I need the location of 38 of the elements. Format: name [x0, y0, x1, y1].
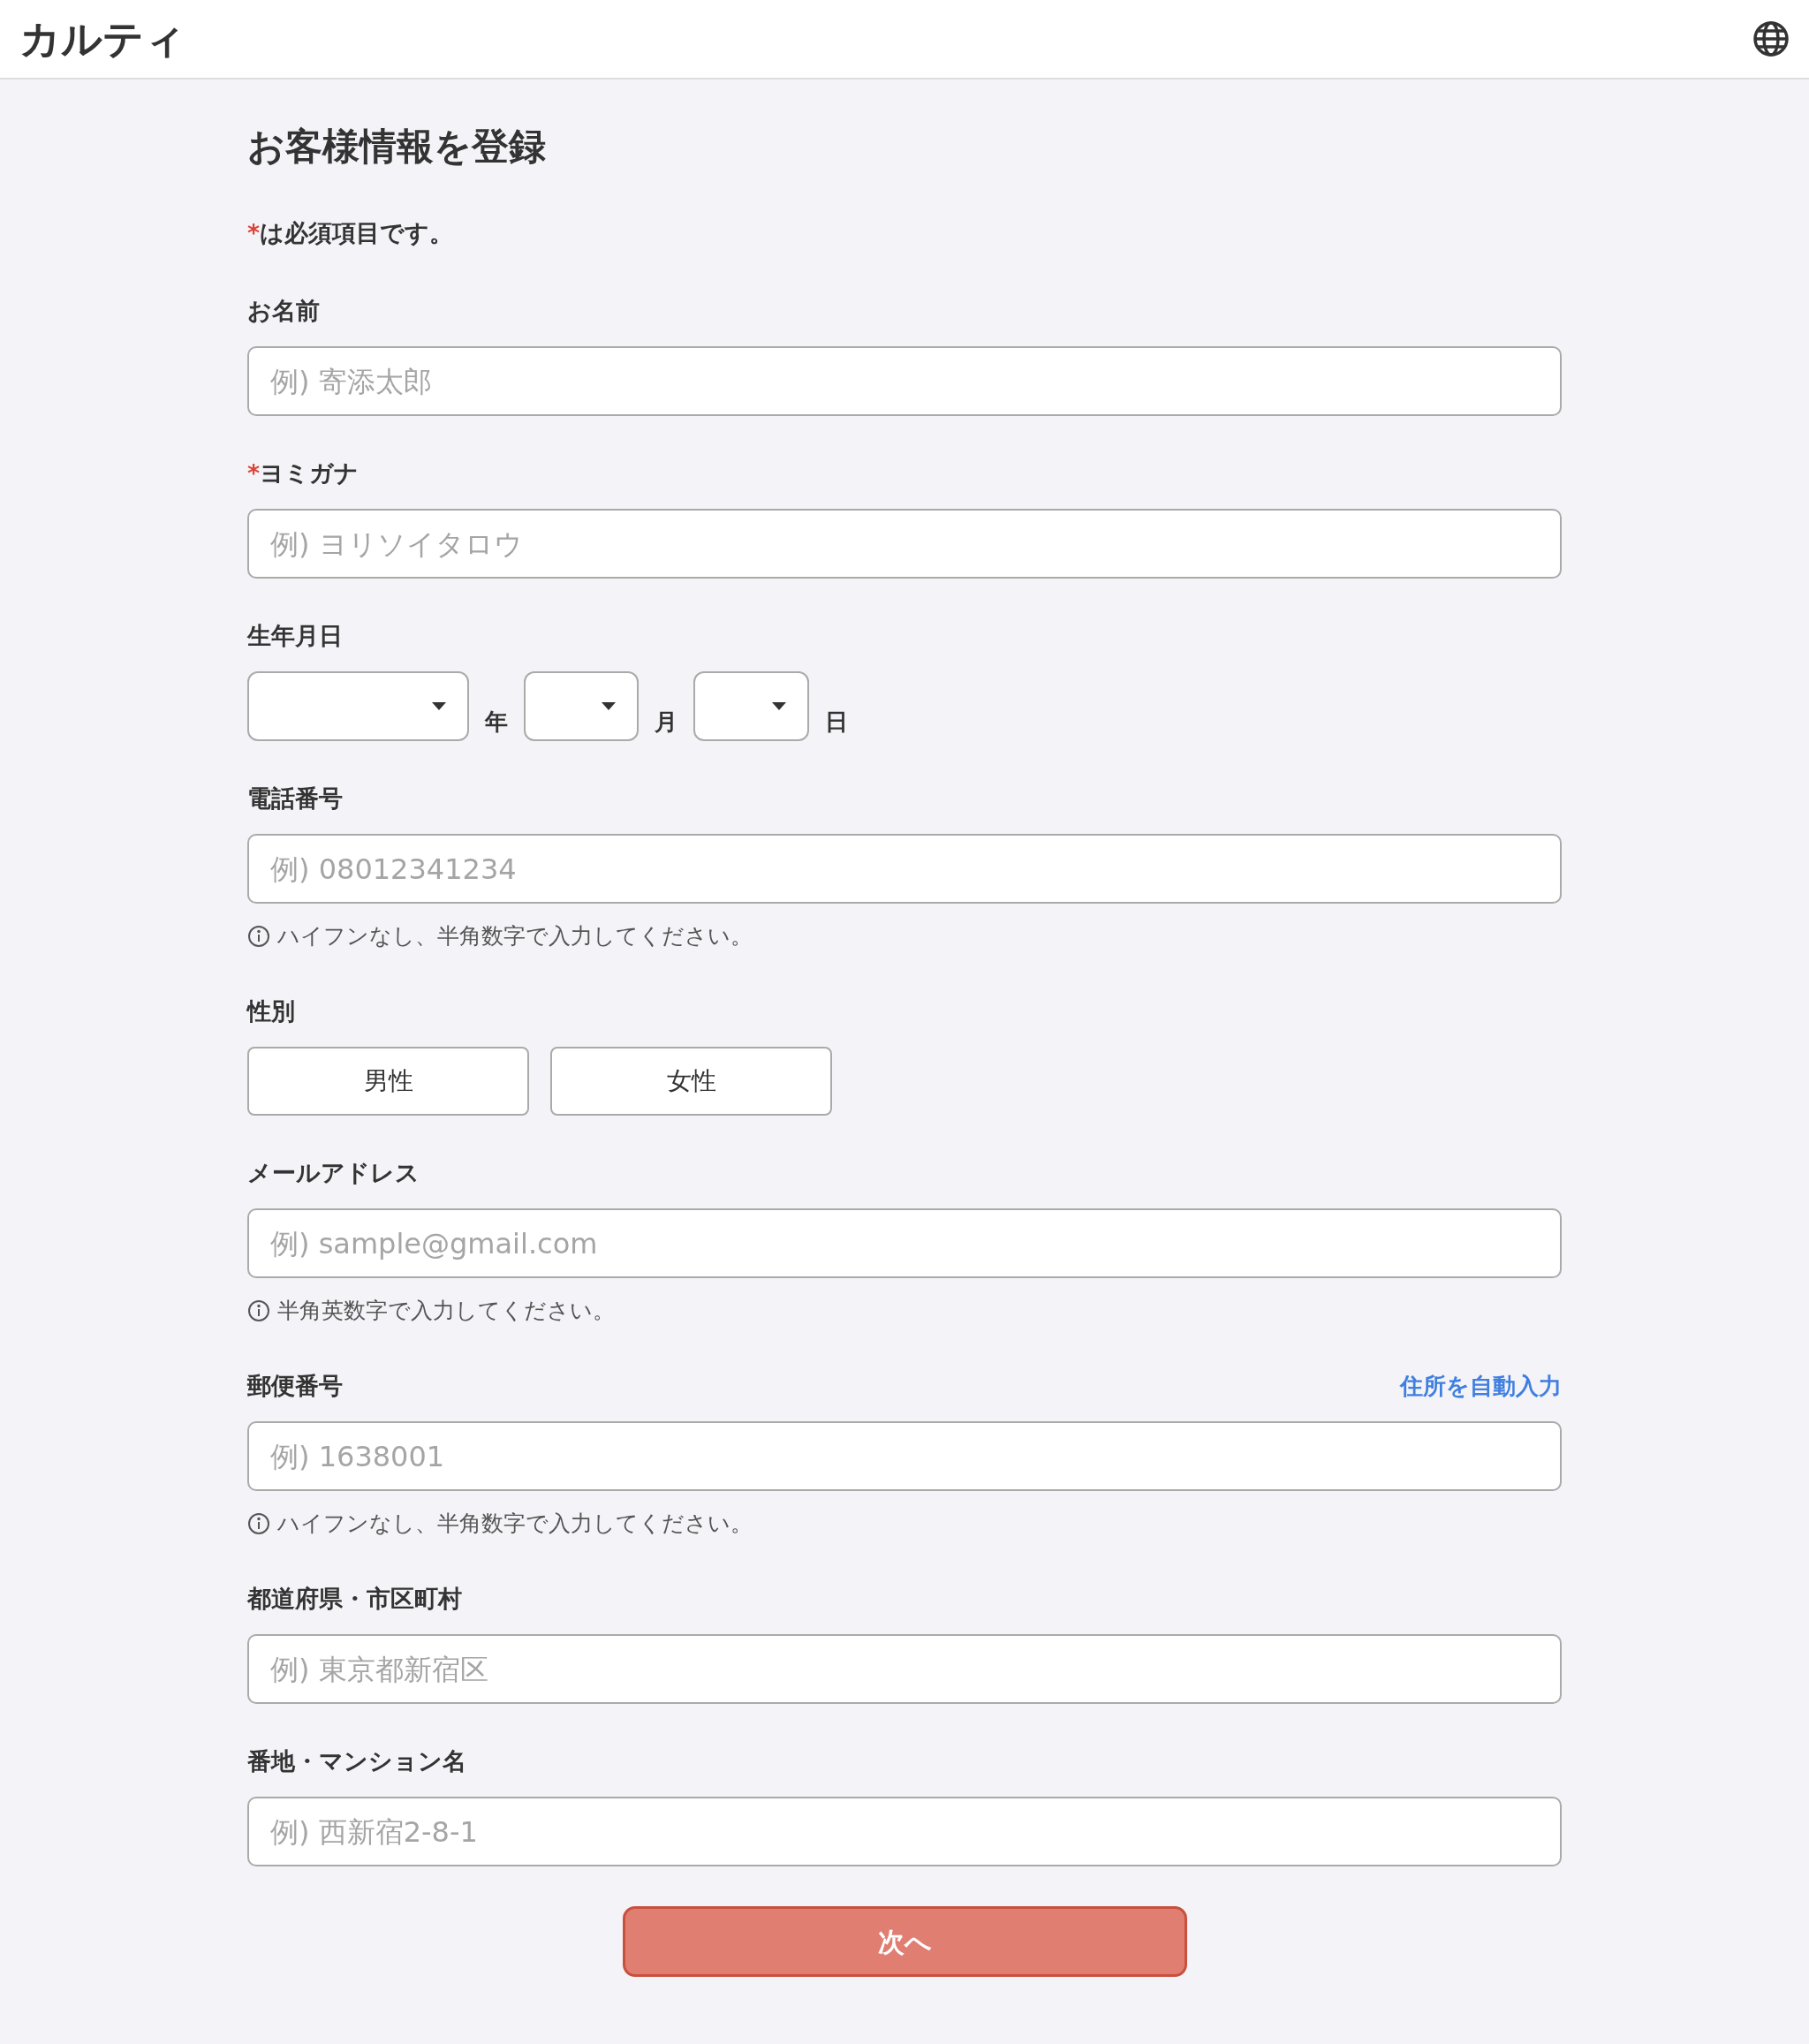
autofill-link[interactable]: 住所を自動入力 — [1400, 1368, 1562, 1404]
logo[interactable]: カルティ — [19, 19, 185, 59]
info-icon — [247, 925, 270, 948]
unit-label: 日 — [825, 707, 848, 733]
field-label: 性別 — [247, 996, 295, 1026]
field-label: お名前 — [247, 296, 320, 326]
info-icon — [247, 1512, 270, 1535]
caret-icon — [602, 702, 616, 710]
caret-icon — [772, 702, 786, 710]
page-title: お客様情報を登録 — [247, 124, 547, 170]
field-label: メールアドレス — [247, 1158, 420, 1188]
field-label: 都道府県・市区町村 — [247, 1584, 462, 1614]
input-field[interactable]: 例) ヨリソイタロウ — [247, 509, 1562, 579]
date-select[interactable] — [524, 671, 639, 741]
gender-option[interactable]: 女性 — [550, 1047, 832, 1116]
field-label: 郵便番号 — [247, 1371, 343, 1401]
unit-label: 年 — [485, 707, 508, 733]
field-label: 生年月日 — [247, 621, 343, 651]
gender-option[interactable]: 男性 — [247, 1047, 529, 1116]
input-field[interactable]: 例) 西新宿2-8-1 — [247, 1797, 1562, 1866]
input-field[interactable]: 例) 1638001 — [247, 1421, 1562, 1491]
info-icon — [247, 1299, 270, 1322]
hint-text: ハイフンなし、半角数字で入力してください。 — [277, 922, 753, 950]
input-field[interactable]: 例) sample@gmail.com — [247, 1208, 1562, 1278]
input-field[interactable]: 例) 寄添太郎 — [247, 346, 1562, 416]
globe-icon[interactable] — [1752, 20, 1790, 57]
field-label: *ヨミガナ — [247, 458, 360, 488]
hint-text: 半角英数字で入力してください。 — [277, 1297, 615, 1325]
field-label: 電話番号 — [247, 784, 343, 814]
caret-icon — [432, 702, 446, 710]
input-field[interactable]: 例) 08012341234 — [247, 834, 1562, 904]
date-select[interactable] — [693, 671, 809, 741]
required-note: *は必須項目です。 — [247, 218, 455, 248]
hint-text: ハイフンなし、半角数字で入力してください。 — [277, 1510, 753, 1538]
input-field[interactable]: 例) 東京都新宿区 — [247, 1634, 1562, 1704]
field-label: 番地・マンション名 — [247, 1746, 466, 1776]
date-select[interactable] — [247, 671, 469, 741]
unit-label: 月 — [655, 707, 677, 733]
